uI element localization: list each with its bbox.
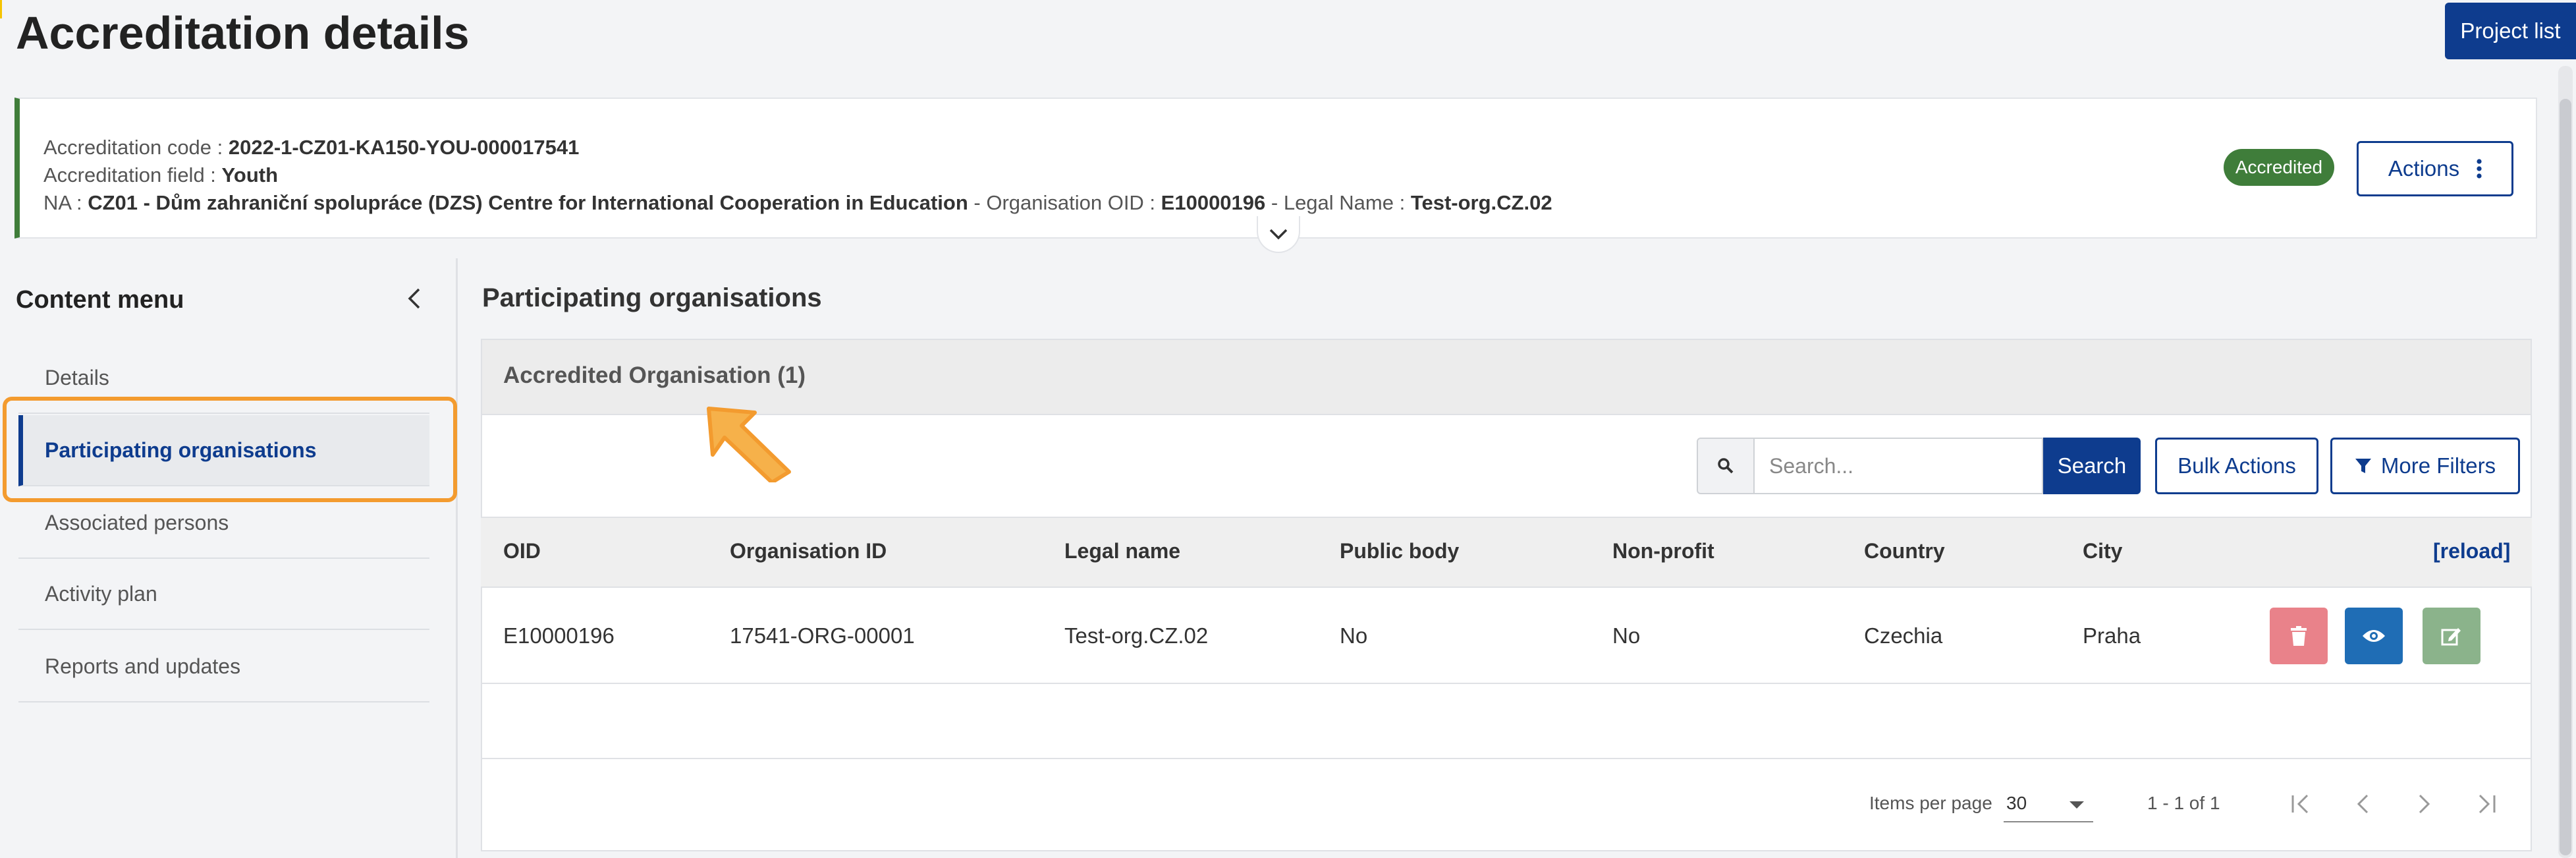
table-divider bbox=[481, 758, 2532, 759]
oid-value: E10000196 bbox=[1161, 191, 1266, 214]
column-header-legal-name[interactable]: Legal name bbox=[1064, 539, 1180, 563]
cell-country: Czechia bbox=[1864, 623, 1943, 648]
cell-legal-name: Test-org.CZ.02 bbox=[1064, 623, 1209, 648]
first-page-icon bbox=[2291, 794, 2309, 814]
edit-button[interactable] bbox=[2423, 608, 2480, 664]
page-range-label: 1 - 1 of 1 bbox=[2147, 793, 2220, 813]
bulk-actions-button[interactable]: Bulk Actions bbox=[2155, 438, 2318, 494]
more-filters-button[interactable]: More Filters bbox=[2330, 438, 2520, 494]
trash-icon bbox=[2291, 626, 2307, 646]
accreditation-field-line: Accreditation field : Youth bbox=[43, 163, 278, 187]
sidebar-item-reports-and-updates[interactable]: Reports and updates bbox=[18, 631, 429, 702]
cell-city: Praha bbox=[2083, 623, 2141, 648]
items-per-page-value: 30 bbox=[2006, 793, 2027, 813]
search-input[interactable] bbox=[1755, 438, 2043, 494]
previous-page-button[interactable] bbox=[2343, 784, 2383, 824]
first-page-button[interactable] bbox=[2282, 784, 2321, 824]
arrow-pointer-icon bbox=[707, 407, 791, 482]
last-page-icon bbox=[2479, 794, 2496, 814]
highlight-annotation-box bbox=[3, 397, 457, 502]
cell-public-body: No bbox=[1340, 623, 1368, 648]
project-list-button[interactable]: Project list bbox=[2445, 3, 2576, 59]
cell-non-profit: No bbox=[1612, 623, 1641, 648]
chevron-right-icon bbox=[2419, 794, 2430, 814]
reload-link[interactable]: [reload] bbox=[2433, 539, 2510, 563]
sidebar-item-activity-plan[interactable]: Activity plan bbox=[18, 559, 429, 630]
sidebar-collapse-button[interactable] bbox=[400, 285, 428, 312]
column-header-city[interactable]: City bbox=[2083, 539, 2122, 563]
accreditation-code-line: Accreditation code : 2022-1-CZ01-KA150-Y… bbox=[43, 136, 579, 159]
column-header-country[interactable]: Country bbox=[1864, 539, 1945, 563]
page-scrollbar-thumb[interactable] bbox=[2560, 99, 2571, 855]
dropdown-arrow-icon bbox=[2069, 801, 2084, 809]
column-header-non-profit[interactable]: Non-profit bbox=[1612, 539, 1714, 563]
cell-oid: E10000196 bbox=[503, 623, 615, 648]
eye-icon bbox=[2363, 630, 2385, 642]
oid-label: - Organisation OID : bbox=[968, 191, 1161, 214]
delete-button[interactable] bbox=[2270, 608, 2328, 664]
accreditation-field-value: Youth bbox=[221, 163, 279, 186]
na-label: NA : bbox=[43, 191, 88, 214]
view-button[interactable] bbox=[2345, 608, 2403, 664]
legal-name-value: Test-org.CZ.02 bbox=[1410, 191, 1552, 214]
status-badge: Accredited bbox=[2224, 149, 2334, 186]
column-header-oid[interactable]: OID bbox=[503, 539, 541, 563]
chevron-left-icon bbox=[408, 288, 420, 309]
more-vertical-icon bbox=[2477, 159, 2482, 179]
filter-icon bbox=[2355, 459, 2371, 473]
search-button[interactable]: Search bbox=[2043, 438, 2141, 494]
search-icon-box bbox=[1697, 438, 1755, 494]
chevron-left-icon bbox=[2357, 794, 2369, 814]
title-marker bbox=[0, 0, 2, 18]
na-line: NA : CZ01 - Dům zahraniční spolupráce (D… bbox=[43, 191, 1552, 215]
cell-organisation-id: 17541-ORG-00001 bbox=[730, 623, 915, 648]
actions-button[interactable]: Actions bbox=[2357, 141, 2513, 196]
column-header-public-body[interactable]: Public body bbox=[1340, 539, 1459, 563]
actions-label: Actions bbox=[2388, 156, 2460, 181]
sidebar-divider bbox=[456, 258, 458, 858]
next-page-button[interactable] bbox=[2404, 784, 2444, 824]
content-menu-title: Content menu bbox=[16, 286, 184, 314]
search-icon bbox=[1718, 458, 1734, 474]
chevron-down-icon bbox=[1269, 229, 1288, 240]
legal-name-label: - Legal Name : bbox=[1265, 191, 1411, 214]
accreditation-field-label: Accreditation field : bbox=[43, 163, 222, 186]
last-page-button[interactable] bbox=[2466, 784, 2506, 824]
accreditation-code-value: 2022-1-CZ01-KA150-YOU-000017541 bbox=[228, 136, 580, 159]
page-title: Accreditation details bbox=[16, 7, 470, 59]
na-value: CZ01 - Dům zahraniční spolupráce (DZS) C… bbox=[88, 191, 968, 214]
section-title: Participating organisations bbox=[482, 283, 822, 312]
edit-icon bbox=[2441, 628, 2461, 646]
items-per-page-label: Items per page bbox=[1869, 793, 1992, 813]
panel-title: Accredited Organisation (1) bbox=[503, 362, 806, 388]
more-filters-label: More Filters bbox=[2380, 453, 2496, 478]
header-collapse-toggle[interactable] bbox=[1257, 216, 1300, 253]
accreditation-code-label: Accreditation code : bbox=[43, 136, 229, 159]
column-header-organisation-id[interactable]: Organisation ID bbox=[730, 539, 887, 563]
